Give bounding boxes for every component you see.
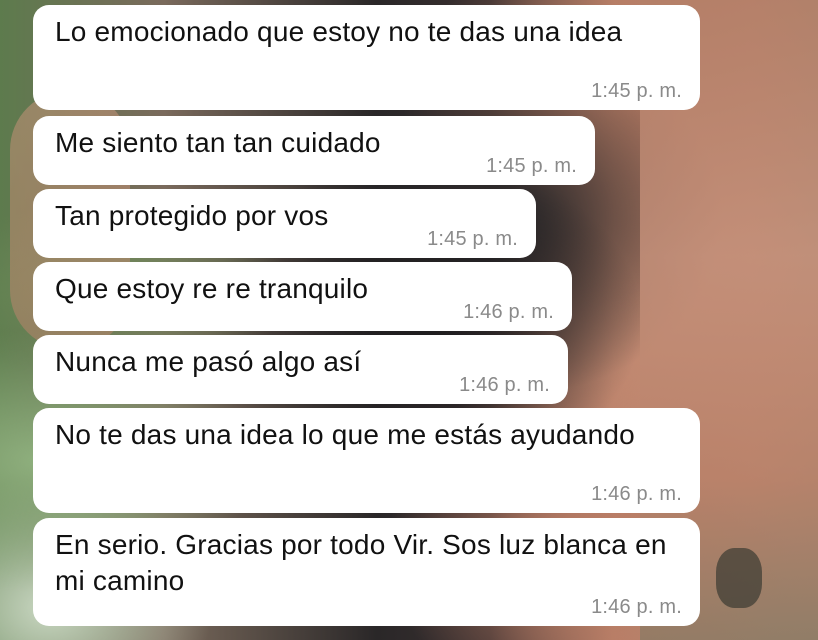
message-timestamp: 1:46 p. m. <box>591 483 682 505</box>
message-bubble[interactable]: Que estoy re re tranquilo 1:46 p. m. <box>33 262 572 331</box>
message-timestamp: 1:46 p. m. <box>591 596 682 618</box>
message-timestamp: 1:45 p. m. <box>427 228 518 250</box>
message-timestamp: 1:45 p. m. <box>486 155 577 177</box>
message-timestamp: 1:46 p. m. <box>463 301 554 323</box>
message-bubble[interactable]: Me siento tan tan cuidado 1:45 p. m. <box>33 116 595 185</box>
message-timestamp: 1:46 p. m. <box>459 374 550 396</box>
message-text: Lo emocionado que estoy no te das una id… <box>55 16 623 47</box>
message-timestamp: 1:45 p. m. <box>591 80 682 102</box>
message-bubble[interactable]: No te das una idea lo que me estás ayuda… <box>33 408 700 513</box>
message-bubble[interactable]: En serio. Gracias por todo Vir. Sos luz … <box>33 518 700 626</box>
message-bubble[interactable]: Lo emocionado que estoy no te das una id… <box>33 5 700 110</box>
background-photo-tattoo <box>716 548 762 608</box>
message-bubble[interactable]: Nunca me pasó algo así 1:46 p. m. <box>33 335 568 404</box>
message-text: No te das una idea lo que me estás ayuda… <box>55 419 635 450</box>
message-text: En serio. Gracias por todo Vir. Sos luz … <box>55 529 667 596</box>
message-bubble[interactable]: Tan protegido por vos 1:45 p. m. <box>33 189 536 258</box>
